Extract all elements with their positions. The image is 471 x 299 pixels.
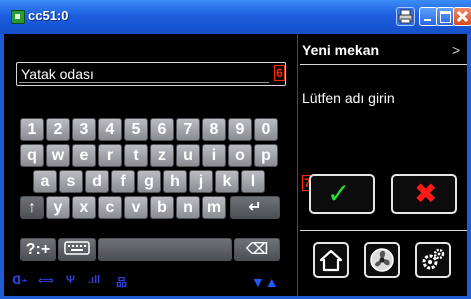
antenna-icon: Ψ [66,274,75,286]
printer-icon-svg [398,9,413,24]
window-title: cc51:0 [28,8,69,23]
cancel-button[interactable]: ✖ [391,174,457,214]
enter-key[interactable]: ↵ [230,196,280,219]
signal-strength-icon: .ıll [88,274,101,286]
name-input-value: Yatak odası [21,66,94,82]
scroll-arrows-icon[interactable]: ▼▲ [251,274,279,290]
cross-icon: ✖ [414,178,438,209]
key-5[interactable]: 5 [124,118,148,141]
key-k[interactable]: k [215,170,239,193]
key-e[interactable]: e [72,144,96,167]
key-u[interactable]: u [176,144,200,167]
key-q[interactable]: q [20,144,44,167]
space-key[interactable] [98,238,232,261]
key-h[interactable]: h [163,170,187,193]
key-b[interactable]: b [150,196,174,219]
network-icon: 品 [116,277,127,289]
key-i[interactable]: i [202,144,226,167]
key-g[interactable]: g [137,170,161,193]
symbols-key[interactable]: ?:+ [20,238,56,261]
app-icon [11,10,25,24]
key-0[interactable]: 0 [254,118,278,141]
settings-button[interactable] [415,242,451,278]
printer-icon[interactable] [396,7,415,26]
home-button[interactable] [313,242,349,278]
key-d[interactable]: d [85,170,109,193]
key-c[interactable]: c [98,196,122,219]
key-f[interactable]: f [111,170,135,193]
panel-title: Yeni mekan [302,42,380,58]
key-6[interactable]: 6 [150,118,174,141]
title-bar[interactable]: cc51:0 [0,0,471,34]
input-underline [19,82,269,83]
name-input[interactable]: Yatak odası [16,62,286,86]
backspace-key[interactable]: ⌫ [234,238,280,261]
key-y[interactable]: y [46,196,70,219]
key-w[interactable]: w [46,144,70,167]
confirm-button[interactable]: ✓ [309,174,375,214]
client-area: Yatak odası 6 1234567890qwertzuiopasdfgh… [4,34,467,296]
key-8[interactable]: 8 [202,118,226,141]
key-n[interactable]: n [176,196,200,219]
status-bar: ᗡ⌁ ⟺ Ψ .ıll 品 ▼▲ [4,270,297,296]
key-a[interactable]: a [33,170,57,193]
key-p[interactable]: p [254,144,278,167]
key-r[interactable]: r [98,144,122,167]
key-1[interactable]: 1 [20,118,44,141]
key-s[interactable]: s [59,170,83,193]
key-o[interactable]: o [228,144,252,167]
key-m[interactable]: m [202,196,226,219]
home-icon [319,249,343,272]
keyboard-toggle-key[interactable] [58,238,96,261]
panel-divider [297,34,298,296]
key-t[interactable]: t [124,144,148,167]
app-window: cc51:0 Yatak odası 6 1234567890qwertzuio… [0,0,471,299]
shift-key[interactable]: ↑ [20,196,44,219]
key-7[interactable]: 7 [176,118,200,141]
prompt-text: Lütfen adı girin [302,90,395,106]
key-x[interactable]: x [72,196,96,219]
key-l[interactable]: l [241,170,265,193]
fan-button[interactable] [364,242,400,278]
annotation-badge-6: 6 [274,65,285,81]
key-4[interactable]: 4 [98,118,122,141]
close-button[interactable] [453,7,471,26]
key-3[interactable]: 3 [72,118,96,141]
fan-icon [370,248,394,272]
panel-title-underline [300,64,467,65]
key-2[interactable]: 2 [46,118,70,141]
checkmark-icon: ✓ [327,178,351,209]
chevron-right-icon[interactable]: > [452,42,460,58]
key-z[interactable]: z [150,144,174,167]
link-icon: ⟺ [38,275,54,287]
key-j[interactable]: j [189,170,213,193]
key-v[interactable]: v [124,196,148,219]
gear-icon [422,248,445,270]
plug-icon: ᗡ⌁ [12,275,28,287]
panel-separator [300,230,467,231]
keyboard-icon [64,241,90,255]
key-9[interactable]: 9 [228,118,252,141]
